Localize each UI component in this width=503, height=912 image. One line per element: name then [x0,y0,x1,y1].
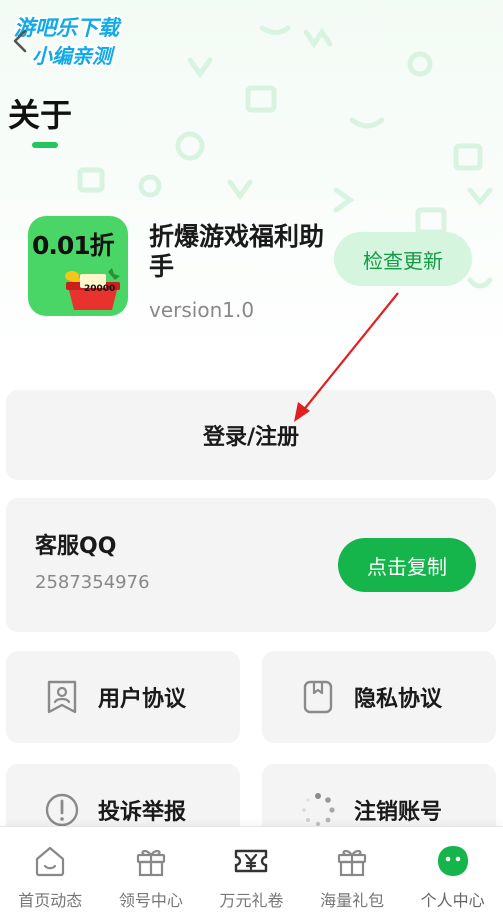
report-label: 投诉举报 [98,800,187,825]
check-update-button[interactable]: 检查更新 [334,232,472,286]
chevron-left-icon [11,28,29,58]
tab-get-account-label: 领号中心 [118,891,183,910]
tab-profile[interactable]: 个人中心 [402,827,503,912]
customer-service-label: 客服QQ [35,534,117,559]
user-agreement-tile[interactable]: 用户协议 [6,651,240,743]
watermark-line-2: 小编亲测 [32,44,112,68]
app-icon-number: 20000 [84,284,116,294]
tab-profile-label: 个人中心 [420,891,485,910]
gift-box-icon [334,843,370,879]
watermark-logo: 游吧乐下载 小编亲测 [14,6,154,70]
page-title: 关于 [8,96,73,134]
tab-voucher-label: 万元礼卷 [219,891,284,910]
user-agreement-label: 用户协议 [98,687,187,712]
tab-gift-packs[interactable]: 海量礼包 [302,827,403,912]
profile-icon [435,843,471,879]
home-icon [32,843,68,879]
gift-icon [133,843,169,879]
app-icon-text: 0.01折 [32,231,115,260]
bottom-tab-bar: 首页动态 领号中心 万元礼卷 海量礼包 个人中心 [0,826,503,912]
copy-qq-button[interactable]: 点击复制 [338,538,476,592]
privacy-agreement-tile[interactable]: 隐私协议 [262,651,496,743]
cancel-account-label: 注销账号 [354,800,443,825]
app-version: version1.0 [149,298,255,322]
tab-gift-packs-label: 海量礼包 [320,891,385,910]
login-register-button[interactable]: 登录/注册 [6,390,496,480]
report-icon [44,792,80,828]
app-icon: 0.01折 20000 [28,216,128,316]
back-button[interactable] [6,28,34,58]
privacy-agreement-label: 隐私协议 [354,687,443,712]
tab-get-account[interactable]: 领号中心 [101,827,202,912]
tab-home-label: 首页动态 [18,891,83,910]
login-register-label: 登录/注册 [202,425,300,450]
tab-voucher[interactable]: 万元礼卷 [201,827,302,912]
app-name: 折爆游戏福利助手 [149,222,325,281]
customer-service-card: 客服QQ 2587354976 点击复制 [6,498,496,632]
loading-icon [300,792,336,828]
tab-home[interactable]: 首页动态 [0,827,101,912]
customer-service-number: 2587354976 [35,572,150,593]
voucher-icon [233,843,269,879]
privacy-icon [300,679,336,715]
title-underline [32,142,58,148]
user-agreement-icon [44,679,80,715]
